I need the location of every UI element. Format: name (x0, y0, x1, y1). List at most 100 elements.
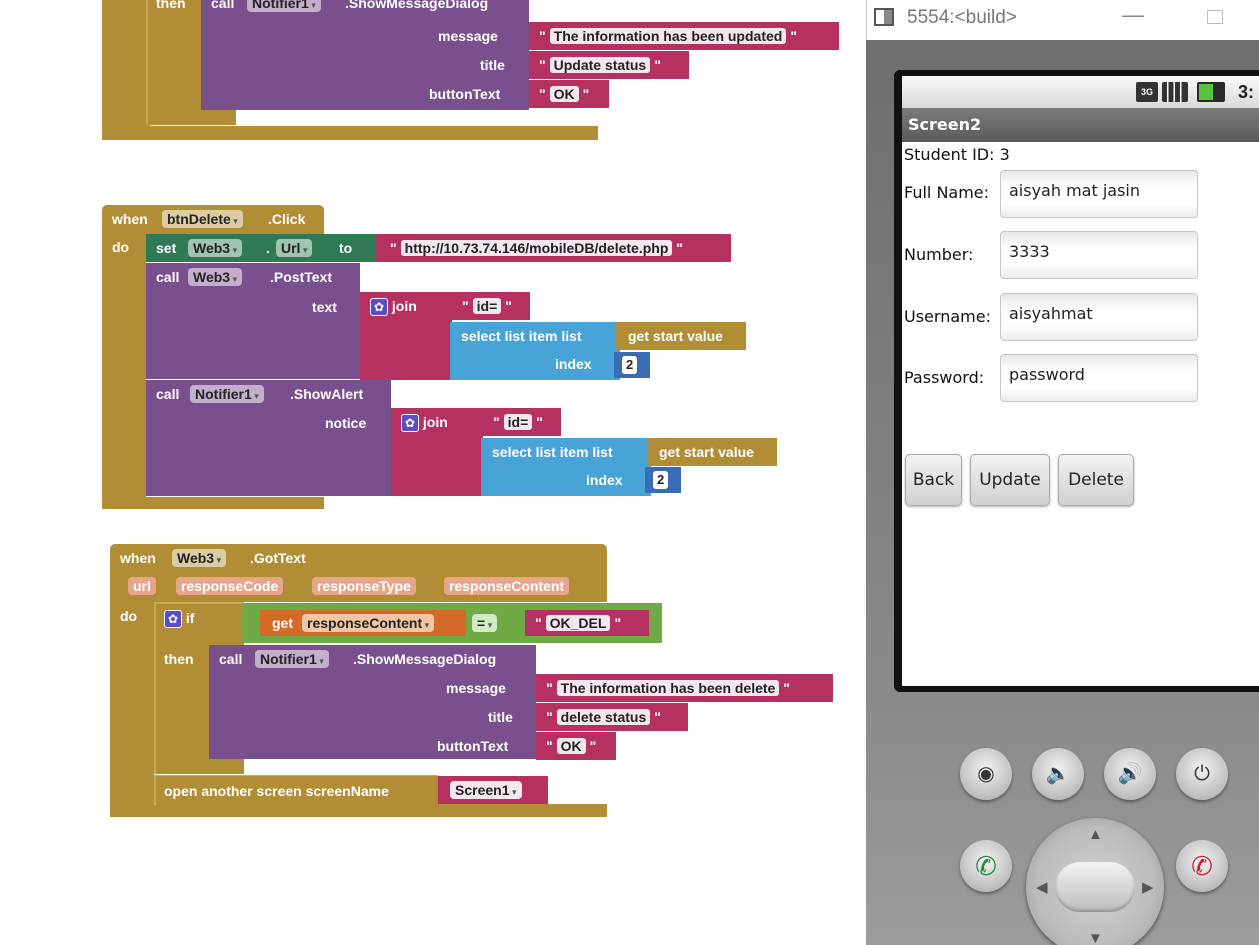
call-notifier-block[interactable]: call Notifier1 .ShowMessageDialog messag… (201, 0, 529, 110)
select-list-item-block-2[interactable]: select list item list index (481, 438, 651, 496)
call-label: call (211, 0, 235, 11)
gear-icon[interactable]: ✿ (370, 298, 388, 317)
when-gottext-header[interactable]: when Web3 .GotText url responseCode resp… (110, 544, 607, 602)
string-block-message[interactable]: " The information has been updated " (529, 22, 839, 50)
param-responsecode[interactable]: responseCode (176, 577, 284, 595)
btndelete-dropdown[interactable]: btnDelete (162, 210, 243, 228)
okdel-string-value[interactable]: OK_DEL (545, 615, 611, 631)
notifier1-dropdown[interactable]: Notifier1 (255, 650, 329, 668)
url-property-dropdown[interactable]: Url (276, 239, 313, 257)
volume-down-icon[interactable]: 🔈 (1032, 748, 1084, 800)
number-block-2[interactable]: 2 (645, 467, 681, 493)
string-block-message[interactable]: " The information has been delete " (536, 674, 833, 702)
string-block-title[interactable]: " Update status " (529, 51, 689, 79)
password-label: Password: (904, 368, 985, 387)
dpad-left-icon[interactable]: ◀ (1036, 878, 1048, 896)
battery-icon (1197, 82, 1225, 102)
string-block-id[interactable]: " id= " (452, 292, 530, 320)
dpad-right-icon[interactable]: ▶ (1142, 878, 1154, 896)
call-label: call (219, 651, 243, 667)
index-number-value[interactable]: 2 (653, 471, 669, 489)
param-title-label: title (480, 57, 505, 73)
call-showalert-block[interactable]: call Notifier1 .ShowAlert notice (146, 380, 391, 496)
screen-name-block[interactable]: Screen1 (438, 776, 548, 804)
minimize-button[interactable]: — (1122, 2, 1144, 28)
gottext-event-label: .GotText (250, 550, 306, 566)
responsecontent-dropdown[interactable]: responseContent (302, 614, 435, 632)
delete-button[interactable]: Delete (1058, 454, 1134, 506)
set-url-block[interactable]: set Web3 . Url to (146, 234, 376, 262)
call-showmessagedialog-block[interactable]: call Notifier1 .ShowMessageDialog messag… (209, 645, 536, 759)
string-block-title[interactable]: " delete status " (536, 703, 688, 731)
dpad-up-icon[interactable]: ▲ (1088, 826, 1103, 843)
full-name-input[interactable]: aisyah mat jasin (1000, 170, 1198, 218)
join-block-2[interactable]: ✿ join (391, 408, 483, 496)
blocks-workspace[interactable]: then call Notifier1 .ShowMessageDialog m… (0, 0, 866, 945)
power-icon[interactable]: ⏻ (1176, 748, 1228, 800)
number-block-1[interactable]: 2 (614, 352, 650, 378)
open-another-screen-block[interactable]: open another screen screenName (154, 775, 438, 805)
click-event-label: .Click (268, 211, 306, 227)
get-start-value-label: get start value (659, 444, 754, 460)
string-value[interactable]: OK (549, 86, 579, 102)
dpad[interactable]: ▲ ▼ ◀ ▶ (1026, 818, 1164, 945)
string-block-buttontext[interactable]: " OK " (536, 732, 616, 760)
camera-button-icon[interactable]: ◉ (960, 748, 1012, 800)
string-block-url[interactable]: " http://10.73.74.146/mobileDB/delete.php… (376, 234, 731, 262)
when-click-bottom (102, 497, 324, 509)
gear-icon[interactable]: ✿ (401, 414, 419, 433)
when-gottext-side: do (110, 602, 154, 804)
when-label: when (112, 211, 148, 227)
dpad-center-button[interactable] (1055, 862, 1135, 912)
maximize-button[interactable] (1207, 10, 1223, 24)
dpad-down-icon[interactable]: ▼ (1088, 930, 1103, 945)
param-url[interactable]: url (128, 577, 156, 595)
index-label: index (555, 356, 592, 372)
param-responsetype[interactable]: responseType (312, 577, 416, 595)
operator-dropdown[interactable]: = (472, 614, 498, 632)
when-click-header[interactable]: when btnDelete .Click (102, 205, 324, 235)
title-string-value[interactable]: delete status (556, 709, 651, 725)
when-label: when (120, 550, 156, 566)
call-icon[interactable]: ✆ (960, 840, 1012, 892)
notifier1-dropdown[interactable]: Notifier1 (190, 385, 264, 403)
number-input[interactable]: 3333 (1000, 231, 1198, 279)
username-label: Username: (904, 307, 991, 326)
id-string-value[interactable]: id= (503, 414, 533, 430)
join-block-1[interactable]: ✿ join (360, 292, 452, 380)
string-value[interactable]: The information has been updated (549, 28, 787, 44)
get-start-value-label: get start value (628, 328, 723, 344)
id-string-value[interactable]: id= (472, 298, 502, 314)
device-screen[interactable]: 3G 3: Screen2 Student ID: 3 Full Name: a… (902, 76, 1259, 686)
update-button[interactable]: Update (970, 454, 1050, 506)
get-start-value-block-2[interactable]: get start value (647, 438, 777, 466)
component-dropdown[interactable]: Notifier1 (247, 0, 321, 12)
buttontext-string-value[interactable]: OK (556, 738, 586, 754)
join-label: join (391, 298, 417, 314)
open-another-screen-label: open another screen screenName (164, 783, 389, 799)
volume-up-icon[interactable]: 🔊 (1104, 748, 1156, 800)
network-3g-icon: 3G (1136, 82, 1158, 102)
web3-dropdown[interactable]: Web3 (172, 549, 227, 567)
get-variable-block[interactable]: get responseContent (260, 610, 466, 636)
index-number-value[interactable]: 2 (622, 356, 638, 374)
call-posttext-block[interactable]: call Web3 .PostText text (146, 263, 360, 379)
param-responsecontent[interactable]: responseContent (444, 577, 570, 595)
screen1-dropdown[interactable]: Screen1 (450, 781, 522, 799)
app-title-bar: Screen2 (902, 108, 1259, 142)
message-string-value[interactable]: The information has been delete (556, 680, 780, 696)
string-value[interactable]: Update status (549, 57, 651, 73)
gear-icon[interactable]: ✿ (164, 610, 182, 629)
end-call-icon[interactable]: ✆ (1176, 840, 1228, 892)
get-start-value-block-1[interactable]: get start value (616, 322, 746, 350)
string-block-id[interactable]: " id= " (483, 408, 561, 436)
string-block-okdel[interactable]: " OK_DEL " (525, 610, 649, 636)
select-list-item-block-1[interactable]: select list item list index (450, 322, 620, 380)
web3-dropdown[interactable]: Web3 (188, 268, 243, 286)
web3-dropdown[interactable]: Web3 (188, 239, 243, 257)
username-input[interactable]: aisyahmat (1000, 293, 1198, 341)
password-input[interactable]: password (1000, 354, 1198, 402)
string-block-buttontext[interactable]: " OK " (529, 80, 609, 108)
back-button[interactable]: Back (905, 454, 962, 506)
url-string-value[interactable]: http://10.73.74.146/mobileDB/delete.php (400, 240, 673, 256)
